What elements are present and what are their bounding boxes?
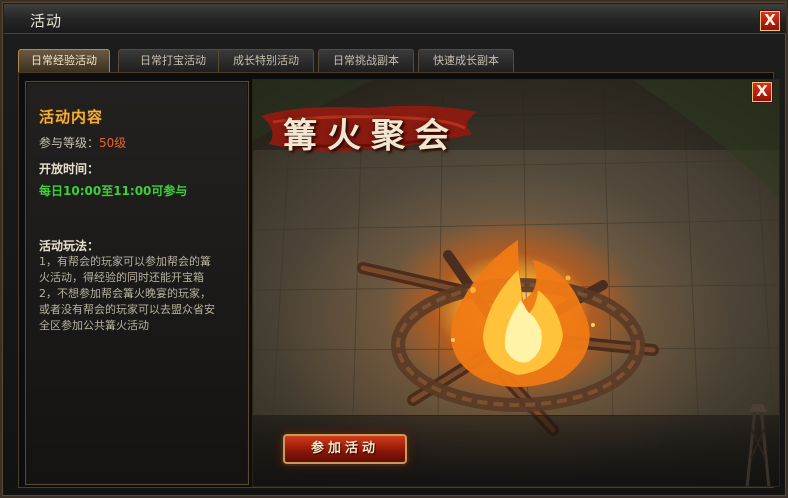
- gameplay-line: 2，不想参加帮会篝火晚宴的玩家，: [39, 287, 211, 300]
- join-activity-button[interactable]: 参加活动: [283, 434, 407, 464]
- gameplay-title: 活动玩法：: [39, 239, 100, 253]
- gameplay-line: 全区参加公共篝火活动: [39, 319, 149, 332]
- gameplay-line: 火活动，得经验的同时还能开宝箱: [39, 271, 204, 284]
- activity-scene: 篝火聚会 X 参加活动: [252, 79, 780, 487]
- gameplay-line: 1，有帮会的玩家可以参加帮会的篝: [39, 255, 211, 268]
- banner-title: 篝火聚会: [283, 116, 459, 156]
- window-titlebar[interactable]: 活动 X: [4, 4, 786, 34]
- gameplay-line: 或者没有帮会的玩家可以去盟众省安: [39, 303, 215, 316]
- level-row: 参与等级：50级: [39, 134, 126, 151]
- tab-growth-special[interactable]: 成长特别活动: [218, 49, 314, 72]
- lantern-post-decoration: [745, 404, 771, 486]
- level-value: 50级: [99, 136, 127, 150]
- section-title: 活动内容: [39, 108, 104, 126]
- tab-fast-growth[interactable]: 快速成长副本: [418, 49, 514, 72]
- level-label: 参与等级：: [39, 136, 100, 150]
- event-banner: 篝火聚会: [259, 98, 481, 160]
- open-time-title: 开放时间：: [39, 162, 100, 176]
- close-icon: X: [756, 82, 768, 100]
- campfire-illustration: [357, 240, 659, 436]
- scene-close-button[interactable]: X: [752, 82, 772, 102]
- tab-daily-treasure[interactable]: 日常打宝活动: [118, 49, 228, 72]
- window-title: 活动: [30, 12, 63, 30]
- activity-window: 活动 X 日常经验活动 日常打宝活动 成长特别活动 日常挑战副本 快速成长副本 …: [0, 0, 788, 498]
- activity-info-panel: 活动内容 参与等级：50级 开放时间： 每日10:00至11:00可参与 活动玩…: [25, 81, 249, 485]
- tab-daily-exp[interactable]: 日常经验活动: [18, 49, 110, 72]
- open-time-value: 每日10:00至11:00可参与: [39, 184, 188, 198]
- gameplay-description: 1，有帮会的玩家可以参加帮会的篝 火活动，得经验的同时还能开宝箱 2，不想参加帮…: [39, 254, 243, 334]
- window-close-button[interactable]: X: [760, 11, 780, 31]
- tab-daily-challenge[interactable]: 日常挑战副本: [318, 49, 414, 72]
- close-icon: X: [764, 11, 776, 29]
